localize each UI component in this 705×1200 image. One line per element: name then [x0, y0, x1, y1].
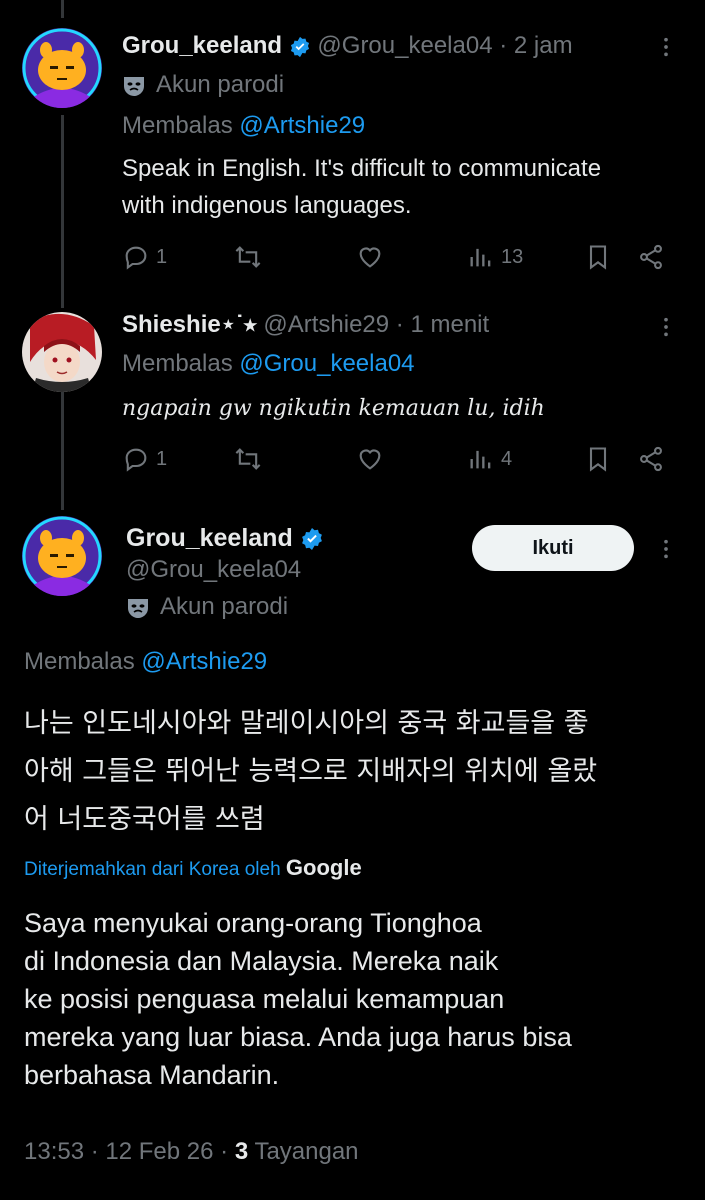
- view-count: 3: [234, 1138, 249, 1165]
- parody-label: Akun parodi: [160, 593, 289, 620]
- avatar[interactable]: [22, 312, 102, 392]
- more-icon[interactable]: [655, 316, 677, 343]
- timestamp[interactable]: 2 jam: [514, 32, 573, 59]
- reply-icon: [125, 246, 147, 270]
- share-icon: [640, 446, 662, 472]
- tweet-header: Shieshie⋆˙⭑ @Artshie29 · 1 menit: [122, 310, 489, 339]
- parody-badge: Akun parodi: [126, 593, 288, 621]
- thread-line-2: [61, 392, 64, 510]
- share-button[interactable]: [637, 243, 665, 271]
- display-name[interactable]: Grou_keeland: [126, 524, 293, 552]
- like-icon: [359, 449, 381, 470]
- more-icon[interactable]: [655, 538, 677, 565]
- tweet-text-line: with indigenous languages.: [122, 192, 412, 219]
- translated-text-line: di Indonesia dan Malaysia. Mereka naik: [24, 946, 499, 976]
- handle[interactable]: @Artshie29: [263, 311, 389, 338]
- retweet-button[interactable]: [234, 445, 262, 473]
- original-text-line: 아해 그들은 뛰어난 능력으로 지배자의 위치에 올랐: [24, 756, 598, 787]
- like-button[interactable]: [356, 445, 384, 473]
- reply-prefix: Membalas: [122, 350, 233, 377]
- tweet-meta: 13:53 · 12 Feb 26 · 3 Tayangan: [24, 1138, 359, 1166]
- parody-label: Akun parodi: [156, 71, 285, 98]
- post-time[interactable]: 13:53: [24, 1138, 84, 1165]
- reply-count: 1: [156, 245, 168, 268]
- translated-label: Diterjemahkan dari Korea oleh: [24, 859, 281, 880]
- translated-text-line: Saya menyukai orang-orang Tionghoa: [24, 908, 482, 938]
- parody-mask-icon: [124, 76, 144, 96]
- separator-dot: ·: [220, 1138, 235, 1165]
- reply-mention-link[interactable]: @Artshie29: [141, 648, 267, 675]
- reply-prefix: Membalas: [122, 112, 233, 139]
- separator-dot: ·: [90, 1138, 106, 1165]
- reply-context: Membalas @Grou_keela04: [122, 350, 415, 378]
- tweet-text-line: Speak in English. It's difficult to comm…: [122, 155, 602, 182]
- bookmark-button[interactable]: [584, 243, 612, 271]
- reply-button[interactable]: 1: [122, 243, 167, 271]
- translated-text-line: mereka yang luar biasa. Anda juga harus …: [24, 1022, 572, 1052]
- views-count: 4: [501, 447, 513, 470]
- reply-icon: [125, 448, 147, 472]
- more-icon[interactable]: [655, 36, 677, 63]
- separator-dot: ·: [499, 32, 514, 59]
- reply-mention-link[interactable]: @Grou_keela04: [239, 350, 414, 377]
- avatar-image: [22, 28, 102, 108]
- post-date[interactable]: 12 Feb 26: [105, 1138, 213, 1165]
- tweet-header: Grou_keeland @Grou_keela04 · 2 jam: [122, 32, 573, 60]
- original-text: 나는 인도네시아와 말레이시아의 중국 화교들을 좋 아해 그들은 뛰어난 능력…: [24, 700, 597, 844]
- thread-line-top: [61, 0, 64, 18]
- share-button[interactable]: [637, 445, 665, 473]
- translated-text-line: berbahasa Mandarin.: [24, 1060, 280, 1090]
- retweet-icon: [235, 246, 261, 268]
- retweet-icon: [235, 448, 261, 470]
- tweet-text-script: ngapain gw ngikutin kemauan lu, idih: [122, 396, 545, 421]
- thread-line-1: [61, 115, 64, 308]
- reply-button[interactable]: 1: [122, 445, 167, 473]
- verified-icon: [290, 36, 309, 57]
- bookmark-button[interactable]: [584, 445, 612, 473]
- avatar[interactable]: [22, 28, 102, 108]
- tweet-actions: 1 4: [122, 445, 687, 475]
- verified-icon: [301, 528, 322, 551]
- bookmark-icon: [589, 447, 607, 472]
- tweet-text: ngapain gw ngikutin kemauan lu, idih: [122, 390, 642, 427]
- avatar-image: [22, 516, 102, 596]
- like-button[interactable]: [356, 243, 384, 271]
- follow-button[interactable]: Ikuti: [472, 525, 634, 571]
- tweet-actions: 1 13: [122, 243, 687, 273]
- views-button[interactable]: 13: [467, 243, 523, 271]
- avatar[interactable]: [22, 516, 102, 596]
- parody-badge: Akun parodi: [122, 71, 284, 99]
- main-tweet-name-row: Grou_keeland: [126, 524, 324, 553]
- view-label: Tayangan: [254, 1138, 359, 1165]
- views-icon: [470, 248, 491, 267]
- tweet-text: Speak in English. It's difficult to comm…: [122, 150, 601, 224]
- google-brand: Google: [285, 855, 362, 880]
- original-text-line: 어 너도중국어를 쓰렴: [24, 804, 265, 835]
- translation-attribution[interactable]: Diterjemahkan dari Korea oleh Google: [24, 855, 362, 881]
- translated-text-line: ke posisi penguasa melalui kemampuan: [24, 984, 505, 1014]
- reply-mention-link[interactable]: @Artshie29: [239, 112, 365, 139]
- translated-text: Saya menyukai orang-orang Tionghoa di In…: [24, 904, 572, 1094]
- original-text-line: 나는 인도네시아와 말레이시아의 중국 화교들을 좋: [24, 708, 589, 739]
- separator-dot: ·: [395, 311, 411, 338]
- display-name[interactable]: Shieshie⋆˙⭑: [122, 311, 257, 338]
- views-button[interactable]: 4: [467, 445, 512, 473]
- views-count: 13: [501, 245, 524, 268]
- timestamp[interactable]: 1 menit: [410, 311, 489, 338]
- avatar-image: [22, 312, 102, 392]
- like-icon: [359, 247, 381, 268]
- reply-prefix: Membalas: [24, 648, 135, 675]
- parody-mask-icon: [128, 598, 148, 618]
- reply-count: 1: [156, 447, 168, 470]
- views-icon: [470, 450, 491, 469]
- reply-context: Membalas @Artshie29: [122, 112, 365, 140]
- handle[interactable]: @Grou_keela04: [126, 556, 301, 584]
- retweet-button[interactable]: [234, 243, 262, 271]
- bookmark-icon: [589, 245, 607, 270]
- reply-context: Membalas @Artshie29: [24, 648, 267, 676]
- display-name[interactable]: Grou_keeland: [122, 32, 282, 59]
- share-icon: [640, 244, 662, 270]
- handle[interactable]: @Grou_keela04: [317, 32, 492, 59]
